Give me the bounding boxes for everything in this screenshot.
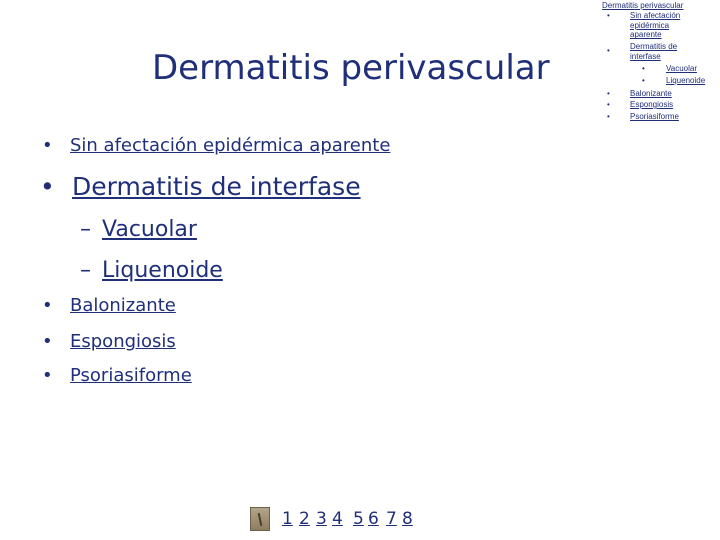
bullet-list: • Sin afectación epidérmica aparente • D… — [0, 0, 600, 540]
bullet-link[interactable]: Espongiosis — [70, 330, 176, 354]
outline-bullet: • — [607, 11, 610, 20]
page-link-2[interactable]: 2 — [299, 507, 310, 531]
bullet-mark: • — [42, 295, 53, 316]
sub-bullet-mark: – — [80, 217, 91, 242]
bullet-link[interactable]: Vacuolar — [102, 216, 197, 244]
page-link-6[interactable]: 6 — [368, 507, 379, 531]
outline-bullet: • — [607, 46, 610, 55]
outline-link[interactable]: Liquenoide — [666, 76, 705, 86]
outline-bullet: • — [607, 89, 610, 98]
outline-panel: Dermatitis perivascular • Sin afectación… — [600, 0, 720, 130]
bullet-mark: • — [42, 331, 53, 352]
bullet-mark: • — [42, 365, 53, 386]
bullet-link[interactable]: Sin afectación epidérmica aparente — [70, 134, 390, 158]
home-slide-icon[interactable] — [250, 507, 270, 531]
outline-link[interactable]: aparente — [630, 30, 662, 40]
page-link-1[interactable]: 1 — [282, 507, 293, 531]
page-link-3[interactable]: 3 — [316, 507, 327, 531]
outline-bullet: • — [607, 112, 610, 121]
outline-bullet: • — [642, 64, 645, 73]
bullet-link[interactable]: Dermatitis de interfase — [72, 171, 361, 203]
bullet-mark: • — [40, 172, 55, 201]
outline-link[interactable]: Psoriasiforme — [630, 112, 679, 122]
outline-link[interactable]: interfase — [630, 52, 661, 62]
sub-bullet-mark: – — [80, 258, 91, 283]
page-link-8[interactable]: 8 — [402, 507, 413, 531]
outline-link[interactable]: Sin afectación — [630, 11, 680, 21]
outline-bullet: • — [607, 100, 610, 109]
slide-navigation: 1 2 3 4 5 6 7 8 — [250, 504, 450, 534]
outline-title-link[interactable]: Dermatitis perivascular — [602, 1, 683, 11]
outline-link[interactable]: Dermatitis de — [630, 42, 677, 52]
outline-link[interactable]: epidérmica — [630, 21, 669, 31]
page-link-7[interactable]: 7 — [386, 507, 397, 531]
outline-link[interactable]: Vacuolar — [666, 64, 697, 74]
outline-bullet: • — [642, 76, 645, 85]
outline-link[interactable]: Espongiosis — [630, 100, 673, 110]
bullet-link[interactable]: Psoriasiforme — [70, 364, 192, 388]
bullet-link[interactable]: Liquenoide — [102, 257, 223, 285]
bullet-link[interactable]: Balonizante — [70, 294, 176, 318]
outline-link[interactable]: Balonizante — [630, 89, 672, 99]
page-link-5[interactable]: 5 — [353, 507, 364, 531]
page-link-4[interactable]: 4 — [332, 507, 343, 531]
bullet-mark: • — [42, 135, 53, 156]
